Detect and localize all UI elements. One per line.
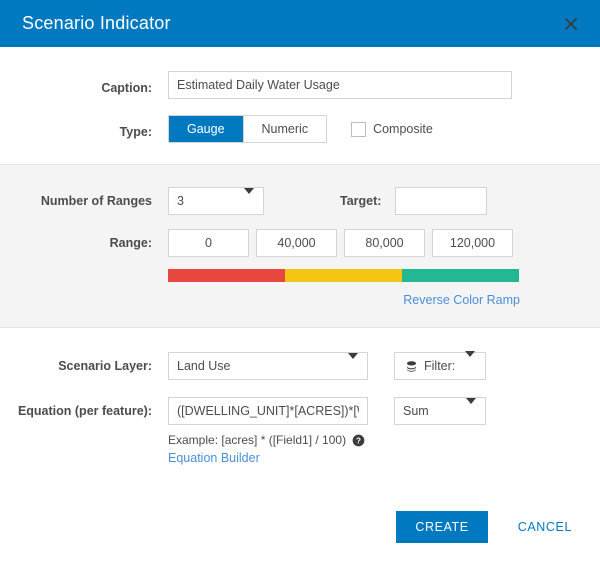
help-icon-glyph: ? xyxy=(352,434,365,447)
scenario-layer-label: Scenario Layer: xyxy=(0,358,168,375)
equation-column: Example: [acres] * ([Field1] / 100) ? Eq… xyxy=(168,397,368,465)
equation-label: Equation (per feature): xyxy=(0,397,168,420)
close-icon[interactable] xyxy=(558,11,584,37)
help-icon[interactable]: ? xyxy=(352,434,365,447)
chevron-down-icon xyxy=(348,359,358,373)
number-of-ranges-row: Number of Ranges 3 Target: xyxy=(0,187,600,215)
color-ramp[interactable] xyxy=(168,269,519,282)
filter-button[interactable]: Filter: xyxy=(394,352,486,380)
number-of-ranges-label: Number of Ranges xyxy=(0,193,168,210)
basic-settings-section: Caption: Type: Gauge Numeric Composite xyxy=(0,47,600,143)
target-label: Target: xyxy=(340,194,381,208)
range-input-3[interactable] xyxy=(432,229,513,257)
range-input-2[interactable] xyxy=(344,229,425,257)
range-input-0[interactable] xyxy=(168,229,249,257)
equation-input[interactable] xyxy=(168,397,368,425)
svg-text:?: ? xyxy=(356,436,361,445)
caption-input[interactable] xyxy=(168,71,512,99)
equation-row: Equation (per feature): Example: [acres]… xyxy=(0,397,600,465)
number-of-ranges-value: 3 xyxy=(177,194,184,208)
composite-checkbox[interactable] xyxy=(351,122,366,137)
composite-checkbox-wrap[interactable]: Composite xyxy=(351,122,433,137)
color-ramp-segment-high[interactable] xyxy=(402,269,519,282)
color-ramp-row xyxy=(0,269,600,282)
number-of-ranges-select[interactable]: 3 xyxy=(168,187,264,215)
close-icon-glyph xyxy=(563,16,579,32)
equation-example: Example: [acres] * ([Field1] / 100) ? xyxy=(168,433,368,447)
chevron-down-icon xyxy=(244,194,254,208)
caption-row: Caption: xyxy=(0,71,600,99)
cancel-button[interactable]: CANCEL xyxy=(512,519,578,535)
type-option-gauge[interactable]: Gauge xyxy=(169,116,243,142)
layers-icon xyxy=(405,360,418,373)
aggregation-select[interactable]: Sum xyxy=(394,397,486,425)
scenario-indicator-dialog: Scenario Indicator Caption: Type: Gauge … xyxy=(0,0,600,565)
reverse-color-ramp-row: Reverse Color Ramp xyxy=(0,293,600,307)
color-ramp-segment-mid[interactable] xyxy=(285,269,402,282)
scenario-layer-select[interactable]: Land Use xyxy=(168,352,368,380)
composite-label: Composite xyxy=(373,122,433,136)
ranges-section: Number of Ranges 3 Target: Range: xyxy=(0,164,600,328)
data-settings-section: Scenario Layer: Land Use Filter: Equatio… xyxy=(0,328,600,465)
type-label: Type: xyxy=(0,118,168,141)
type-toggle-group: Gauge Numeric xyxy=(168,115,327,143)
dialog-titlebar: Scenario Indicator xyxy=(0,0,600,47)
create-button[interactable]: CREATE xyxy=(396,511,487,543)
chevron-down-icon xyxy=(466,404,476,418)
caption-label: Caption: xyxy=(0,74,168,97)
color-ramp-segment-low[interactable] xyxy=(168,269,285,282)
equation-example-text: Example: [acres] * ([Field1] / 100) xyxy=(168,433,346,447)
range-input-1[interactable] xyxy=(256,229,337,257)
type-option-numeric[interactable]: Numeric xyxy=(244,116,327,142)
scenario-layer-row: Scenario Layer: Land Use Filter: xyxy=(0,352,600,380)
range-inputs xyxy=(168,229,513,257)
scenario-layer-value: Land Use xyxy=(177,359,231,373)
target-input[interactable] xyxy=(395,187,487,215)
reverse-color-ramp-link[interactable]: Reverse Color Ramp xyxy=(403,293,520,307)
dialog-title: Scenario Indicator xyxy=(22,13,171,34)
type-row: Type: Gauge Numeric Composite xyxy=(0,115,600,143)
dialog-footer: CREATE CANCEL xyxy=(396,511,578,543)
range-values-row: Range: xyxy=(0,229,600,257)
range-label: Range: xyxy=(0,235,168,252)
equation-builder-link[interactable]: Equation Builder xyxy=(168,451,368,465)
chevron-down-icon xyxy=(465,357,475,375)
filter-label: Filter: xyxy=(424,359,455,373)
aggregation-value: Sum xyxy=(403,404,429,418)
